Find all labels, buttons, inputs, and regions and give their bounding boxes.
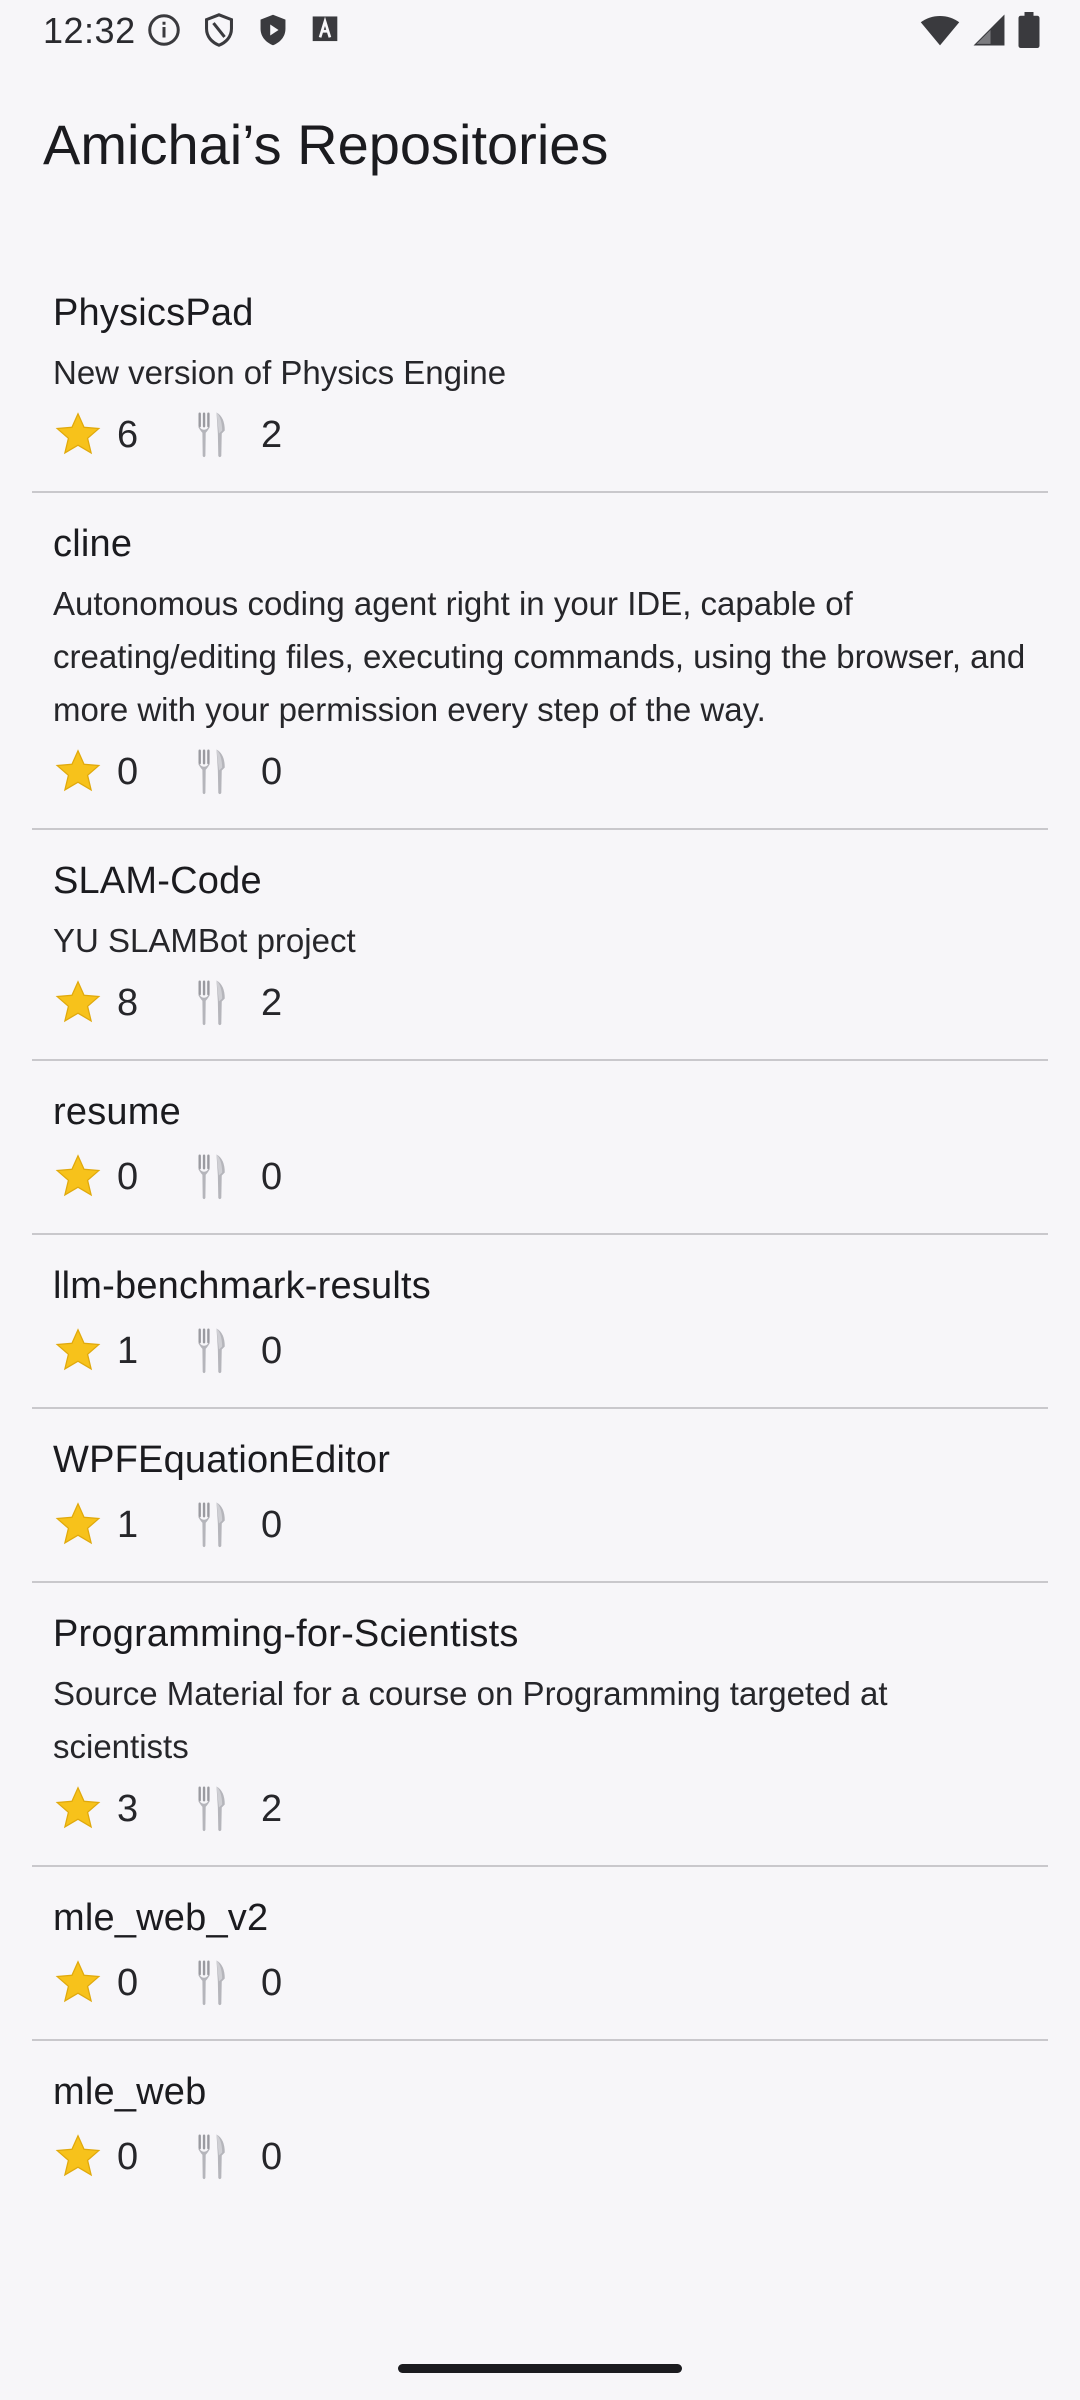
fork-knife-icon	[198, 1960, 225, 2006]
status-bar: 12:32	[0, 0, 1080, 62]
status-icons-right	[920, 12, 1040, 48]
repo-stats: 8 2	[53, 975, 1027, 1031]
repo-list-item[interactable]: WPFEquationEditor 1 0	[32, 1409, 1048, 1583]
repo-list-item[interactable]: PhysicsPad New version of Physics Engine…	[32, 262, 1048, 493]
forks-count: 0	[261, 1961, 283, 2004]
repo-name: resume	[53, 1091, 181, 1133]
star-icon	[55, 1960, 101, 2003]
star-icon	[55, 1328, 101, 1371]
star-icon	[55, 980, 101, 1023]
stars-count: 1	[117, 1329, 139, 1372]
stars-count: 0	[117, 750, 139, 793]
forks-count: 0	[261, 1329, 283, 1372]
star-icon	[55, 749, 101, 792]
forks-count: 0	[261, 750, 283, 793]
home-indicator[interactable]	[398, 2364, 682, 2373]
repo-list-item[interactable]: resume 0 0	[32, 1061, 1048, 1235]
repo-name: WPFEquationEditor	[53, 1439, 391, 1481]
forks-count: 0	[261, 1503, 283, 1546]
star-icon	[55, 1786, 101, 1829]
battery-icon	[1018, 12, 1040, 48]
repo-name: PhysicsPad	[53, 292, 254, 334]
forks-count: 2	[261, 413, 283, 456]
repo-name: cline	[53, 523, 133, 565]
repo-name: mle_web	[53, 2071, 207, 2113]
stars-count: 1	[117, 1503, 139, 1546]
stars-count: 3	[117, 1787, 139, 1830]
repo-description: YU SLAMBot project	[53, 922, 356, 959]
repo-stats: 1 0	[53, 1497, 1027, 1553]
repo-list-item[interactable]: Programming-for-Scientists Source Materi…	[32, 1583, 1048, 1867]
fork-knife-icon	[198, 2134, 225, 2180]
repo-stats: 0 0	[53, 744, 1027, 800]
stars-count: 0	[117, 1155, 139, 1198]
star-icon	[55, 1502, 101, 1545]
font-a-icon	[312, 16, 338, 42]
info-icon	[148, 14, 180, 46]
star-icon	[55, 1154, 101, 1197]
fork-knife-icon	[198, 749, 225, 795]
page-title: Amichai’s Repositories	[43, 113, 609, 176]
fork-knife-icon	[198, 1328, 225, 1374]
fork-knife-icon	[198, 412, 225, 458]
stars-count: 0	[117, 2135, 139, 2178]
star-icon	[55, 2134, 101, 2177]
forks-count: 2	[261, 1787, 283, 1830]
repo-stats: 0 0	[53, 1955, 1027, 2011]
repo-name: mle_web_v2	[53, 1897, 269, 1939]
repo-stats: 1 0	[53, 1323, 1027, 1379]
repo-name: Programming-for-Scientists	[53, 1613, 519, 1655]
repo-description: New version of Physics Engine	[53, 354, 507, 391]
status-icons-left	[146, 12, 340, 48]
repo-stats: 6 2	[53, 407, 1027, 463]
repo-name: SLAM-Code	[53, 860, 262, 902]
star-icon	[55, 412, 101, 455]
forks-count: 0	[261, 2135, 283, 2178]
cell-signal-icon	[973, 14, 1005, 46]
repo-description: Source Material for a course on Programm…	[53, 1675, 888, 1765]
forks-count: 2	[261, 981, 283, 1024]
repo-list-item[interactable]: cline Autonomous coding agent right in y…	[32, 493, 1048, 830]
repo-list-item[interactable]: llm-benchmark-results 1 0	[32, 1235, 1048, 1409]
shield-outline-icon	[205, 13, 233, 47]
repo-description: Autonomous coding agent right in your ID…	[53, 585, 1026, 728]
fork-knife-icon	[198, 980, 225, 1026]
repo-stats: 3 2	[53, 1781, 1027, 1837]
repo-name: llm-benchmark-results	[53, 1265, 431, 1307]
repo-list-item[interactable]: mle_web_v2 0 0	[32, 1867, 1048, 2041]
repo-stats: 0 0	[53, 2129, 1027, 2185]
fork-knife-icon	[198, 1786, 225, 1832]
repo-list-item[interactable]: mle_web 0 0	[32, 2041, 1048, 2213]
repo-list-item[interactable]: SLAM-Code YU SLAMBot project 8 2	[32, 830, 1048, 1061]
fork-knife-icon	[198, 1154, 225, 1200]
stars-count: 8	[117, 981, 139, 1024]
stars-count: 0	[117, 1961, 139, 2004]
fork-knife-icon	[198, 1502, 225, 1548]
repo-list: PhysicsPad New version of Physics Engine…	[32, 262, 1048, 2213]
forks-count: 0	[261, 1155, 283, 1198]
status-time: 12:32	[43, 10, 136, 51]
stars-count: 6	[117, 413, 139, 456]
shield-play-icon	[260, 14, 286, 46]
wifi-icon	[920, 15, 960, 46]
repo-stats: 0 0	[53, 1149, 1027, 1205]
